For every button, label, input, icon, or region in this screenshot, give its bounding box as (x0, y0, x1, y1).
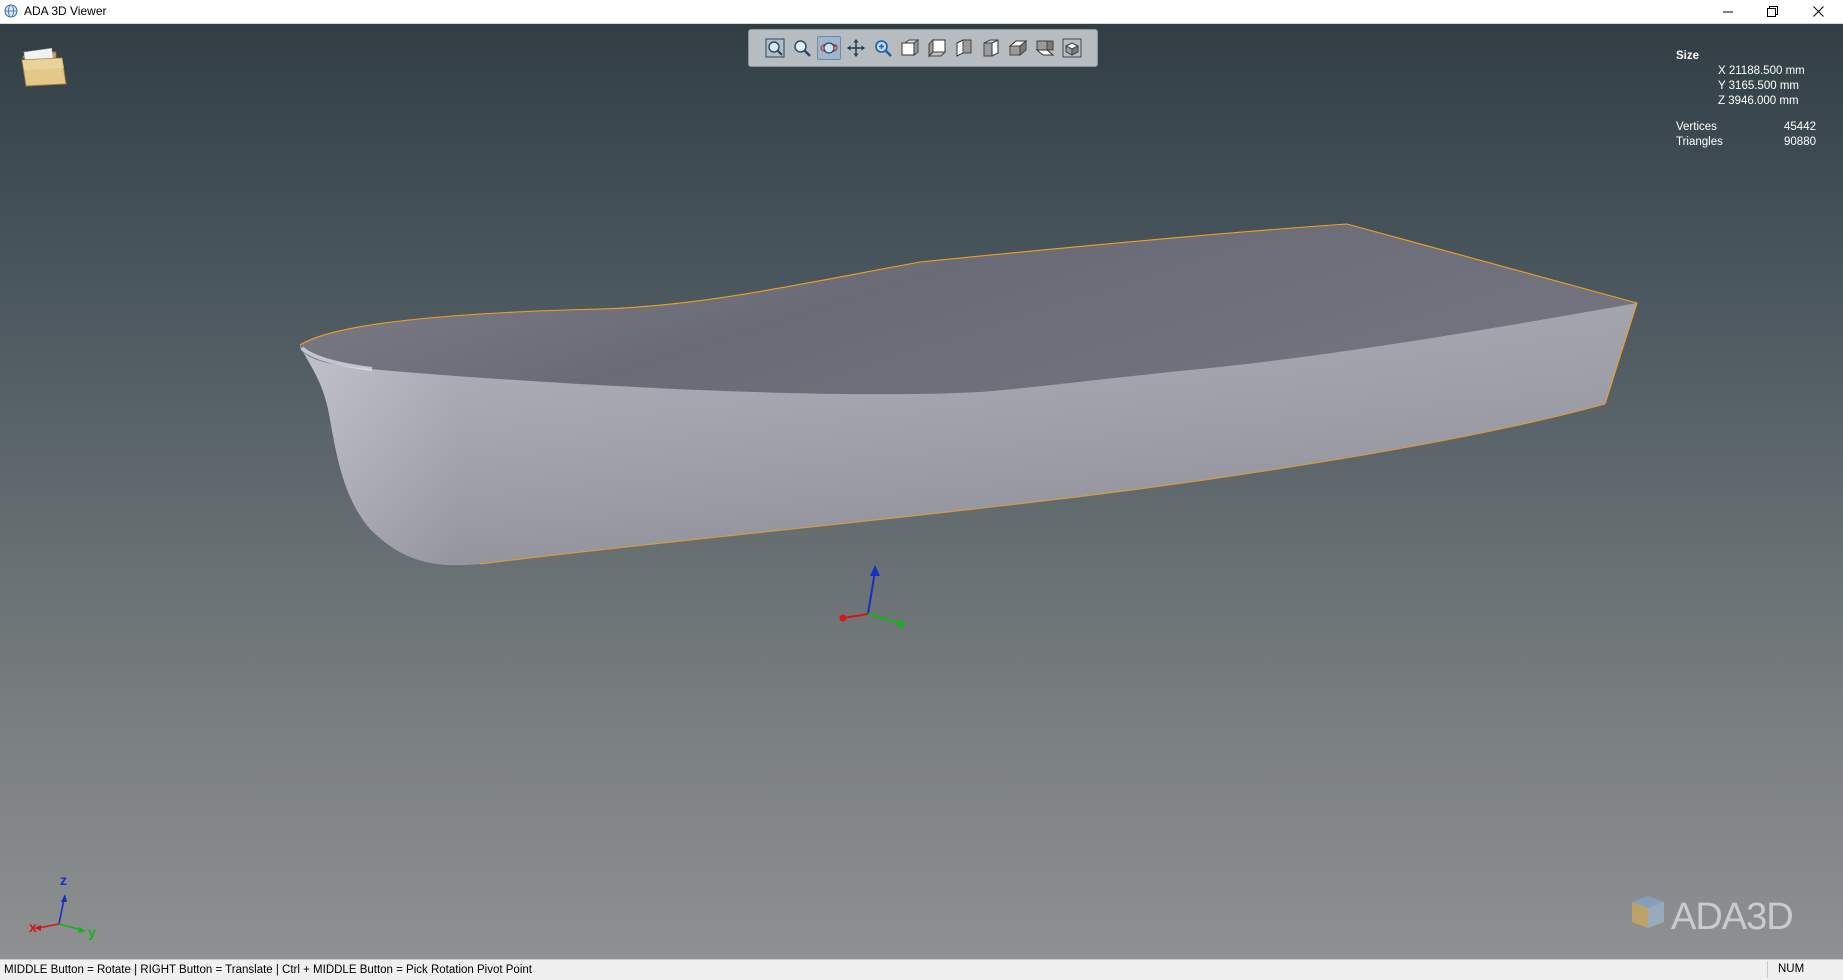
ada3d-logo-text: ADA3D (1671, 896, 1794, 938)
globe-icon (4, 4, 18, 18)
minimize-icon (1722, 11, 1733, 12)
close-button[interactable] (1796, 0, 1841, 23)
title-bar: ADA 3D Viewer (0, 0, 1843, 24)
close-icon (1813, 6, 1824, 17)
ada3d-logo-mark (1632, 896, 1664, 928)
restore-button[interactable] (1750, 0, 1795, 23)
window-title: ADA 3D Viewer (24, 4, 107, 18)
pivot-triad (839, 565, 905, 628)
status-bar: MIDDLE Button = Rotate | RIGHT Button = … (0, 959, 1843, 980)
minimize-button[interactable] (1705, 0, 1750, 23)
restore-icon (1767, 6, 1778, 17)
axis-label-y: y (88, 924, 96, 940)
ada3d-logo: ADA3D (1624, 894, 1824, 940)
axis-label-z: z (60, 872, 67, 888)
num-lock-indicator: NUM (1767, 961, 1832, 978)
hull-model[interactable] (0, 24, 1843, 959)
axis-indicator: z x y (22, 844, 102, 940)
status-hint: MIDDLE Button = Rotate | RIGHT Button = … (4, 964, 532, 976)
axis-label-x: x (29, 919, 37, 935)
3d-viewport[interactable]: Size X 21188.500 mm Y 3165.500 mm Z 3946… (0, 24, 1843, 959)
